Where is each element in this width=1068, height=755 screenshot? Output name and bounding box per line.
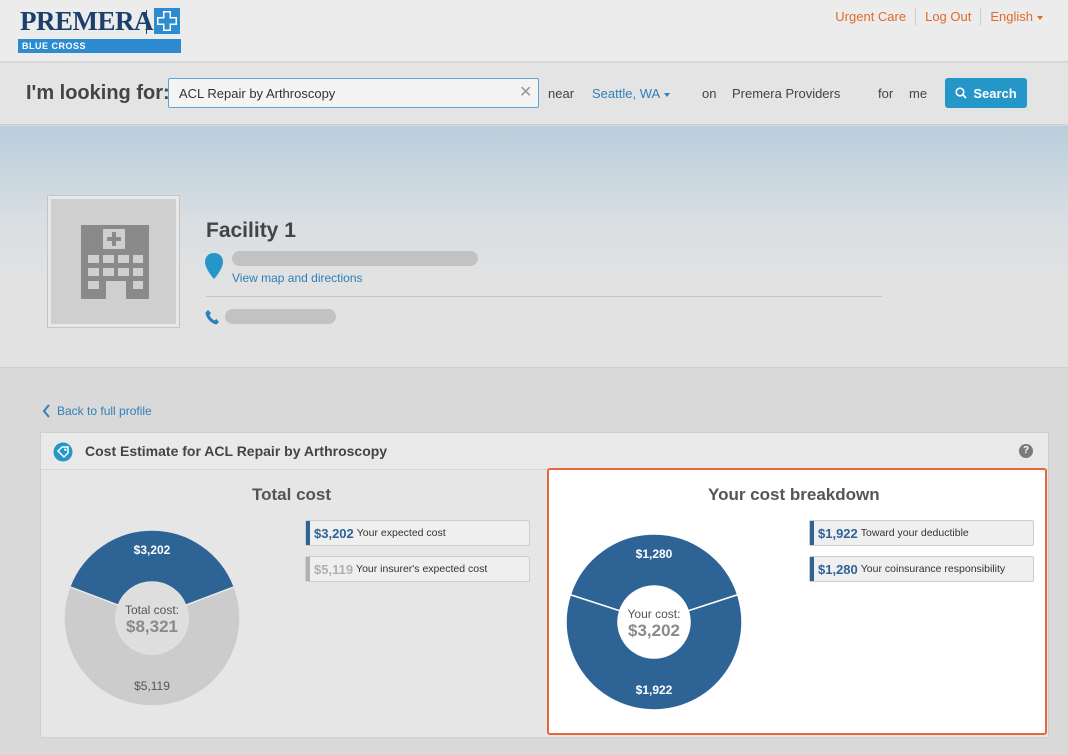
- logo-separator: [146, 10, 147, 34]
- donut-data-label: $3,202: [134, 543, 171, 557]
- who-selector[interactable]: me: [909, 86, 927, 101]
- cost-breakdown-title: Your cost breakdown: [708, 485, 880, 504]
- map-pin-icon: [205, 253, 223, 279]
- log-out-link[interactable]: Log Out: [915, 8, 980, 26]
- card-header: Cost Estimate for ACL Repair by Arthrosc…: [41, 433, 1048, 470]
- donut-data-label: $5,119: [134, 679, 170, 693]
- on-label: on: [702, 86, 717, 101]
- logo-wordmark: PREMERA: [20, 6, 154, 36]
- location-dropdown[interactable]: Seattle, WA: [592, 86, 671, 101]
- legend-label: Your expected cost: [356, 527, 446, 539]
- donut-center-label: Total cost:: [125, 603, 179, 617]
- facility-image: [48, 196, 179, 327]
- hospital-building-icon: [81, 225, 149, 299]
- chevron-down-icon: [1037, 15, 1043, 20]
- total-cost-donut: $3,202 $5,119 Total cost:$8,321: [63, 529, 241, 707]
- donut-data-label: $1,280: [636, 547, 673, 561]
- legend-item-insurer-expected-cost: $5,119 Your insurer's expected cost: [305, 556, 530, 582]
- search-label: I'm looking for:: [26, 82, 170, 104]
- legend-amount: $5,119: [314, 561, 354, 577]
- legend-label: Your coinsurance responsibility: [860, 563, 1006, 575]
- search-button[interactable]: Search: [945, 78, 1027, 108]
- top-bar: PREMERA BLUE CROSS Urgent Care Log Out E…: [0, 0, 1068, 62]
- premera-logo[interactable]: PREMERA BLUE CROSS: [18, 6, 182, 54]
- legend-amount: $3,202: [314, 525, 354, 541]
- legend-color-bar: [810, 521, 814, 545]
- near-label: near: [548, 86, 575, 101]
- legend-label: Your insurer's expected cost: [356, 563, 488, 575]
- legend-color-bar: [810, 557, 814, 581]
- donut-data-label: $1,922: [636, 683, 673, 697]
- phone-icon: [205, 310, 219, 325]
- search-icon: [955, 87, 967, 99]
- blue-cross-icon: [154, 8, 180, 34]
- legend-item-coinsurance: $1,280 Your coinsurance responsibility: [809, 556, 1034, 582]
- logo-band: BLUE CROSS: [18, 39, 181, 53]
- divider: [206, 296, 882, 297]
- donut-center-value: $3,202: [628, 621, 680, 640]
- phone-redacted: [225, 309, 336, 324]
- urgent-care-link[interactable]: Urgent Care: [826, 8, 915, 26]
- donut-center-label: Your cost:: [628, 607, 681, 621]
- legend-color-bar: [306, 521, 310, 545]
- location-value: Seattle, WA: [592, 86, 661, 101]
- legend-amount: $1,280: [818, 561, 858, 577]
- search-input[interactable]: [168, 78, 539, 108]
- chevron-left-icon: [42, 404, 50, 418]
- total-cost-title: Total cost: [252, 485, 332, 504]
- help-icon[interactable]: ?: [1019, 444, 1033, 458]
- map-directions-link[interactable]: View map and directions: [232, 271, 363, 285]
- for-label: for: [878, 86, 894, 101]
- top-links: Urgent Care Log Out English: [826, 8, 1052, 26]
- legend-item-your-expected-cost: $3,202 Your expected cost: [305, 520, 530, 546]
- address-redacted: [232, 251, 478, 266]
- back-to-profile-link[interactable]: Back to full profile: [42, 404, 152, 418]
- facility-name: Facility 1: [206, 219, 296, 242]
- chevron-down-icon: [664, 92, 671, 97]
- cost-breakdown-donut: $1,280 $1,922 Your cost:$3,202: [565, 533, 743, 711]
- donut-center-value: $8,321: [126, 617, 178, 636]
- back-link-label: Back to full profile: [57, 404, 152, 418]
- language-dropdown[interactable]: English: [980, 8, 1052, 26]
- legend-item-toward-deductible: $1,922 Toward your deductible: [809, 520, 1034, 546]
- legend-color-bar: [306, 557, 310, 581]
- legend-label: Toward your deductible: [860, 527, 969, 539]
- network-selector[interactable]: Premera Providers: [732, 86, 840, 101]
- price-tag-icon: [53, 442, 73, 462]
- language-label: English: [990, 9, 1033, 24]
- legend-amount: $1,922: [818, 525, 858, 541]
- facility-banner: Facility 1 View map and directions: [0, 126, 1068, 368]
- search-button-label: Search: [973, 85, 1017, 101]
- card-title: Cost Estimate for ACL Repair by Arthrosc…: [85, 443, 388, 459]
- search-bar: I'm looking for: ✕ near Seattle, WA on P…: [0, 63, 1068, 125]
- clear-icon[interactable]: ✕: [519, 85, 532, 101]
